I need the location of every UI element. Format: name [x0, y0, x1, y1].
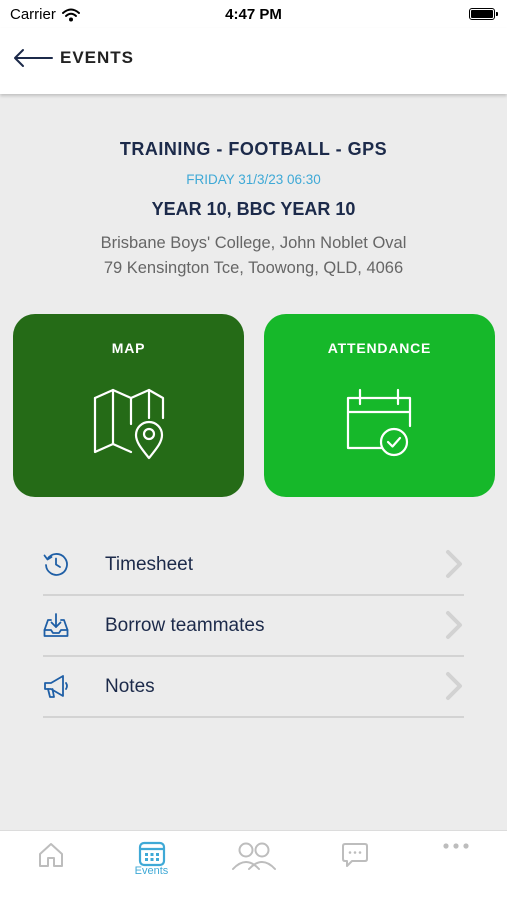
attendance-tile-label: ATTENDANCE	[327, 340, 432, 356]
inbox-download-icon	[43, 613, 69, 637]
status-time: 4:47 PM	[225, 6, 282, 23]
menu-row-notes[interactable]: Notes	[43, 657, 464, 718]
tab-label-events: Events	[134, 865, 169, 877]
menu-label-timesheet: Timesheet	[105, 554, 193, 575]
event-group: YEAR 10, BBC YEAR 10	[151, 199, 356, 219]
tab-home[interactable]	[0, 831, 101, 900]
event-address: 79 Kensington Tce, Toowong, QLD, 4066	[103, 259, 404, 277]
tab-bar: Events	[0, 830, 507, 900]
tab-messages[interactable]	[304, 831, 405, 900]
event-venue: Brisbane Boys' College, John Noblet Oval	[100, 234, 407, 252]
home-icon	[38, 843, 63, 867]
tab-people[interactable]	[203, 831, 304, 900]
event-datetime: FRIDAY 31/3/23 06:30	[186, 172, 321, 187]
people-icon	[231, 842, 276, 870]
map-tile-label: MAP	[111, 340, 146, 356]
back-button[interactable]: EVENTS	[12, 48, 134, 68]
map-tile[interactable]: MAP	[13, 314, 244, 497]
history-clock-icon	[43, 553, 68, 576]
tab-events[interactable]: Events	[101, 831, 202, 900]
status-bar: Carrier 4:47 PM	[0, 0, 507, 28]
chevron-right-icon	[446, 611, 462, 639]
menu-row-timesheet[interactable]: Timesheet	[43, 535, 464, 596]
event-title: TRAINING - FOOTBALL - GPS	[119, 139, 388, 159]
megaphone-icon	[44, 675, 68, 698]
menu-label-borrow-teammates: Borrow teammates	[105, 615, 265, 636]
back-arrow-icon	[14, 49, 53, 67]
calendar-grid-icon	[138, 841, 165, 867]
chevron-right-icon	[446, 550, 462, 578]
chat-bubble-icon	[341, 843, 368, 867]
map-pin-icon	[93, 388, 165, 460]
attendance-tile[interactable]: ATTENDANCE	[264, 314, 495, 497]
calendar-check-icon	[346, 388, 412, 457]
tab-more[interactable]	[405, 831, 506, 900]
menu-row-borrow-teammates[interactable]: Borrow teammates	[43, 596, 464, 657]
menu-label-notes: Notes	[105, 676, 155, 697]
more-dots-icon	[442, 843, 469, 849]
chevron-right-icon	[446, 672, 462, 700]
nav-title: EVENTS	[60, 48, 135, 67]
nav-bar: EVENTS	[0, 28, 507, 94]
battery-icon	[469, 8, 498, 20]
